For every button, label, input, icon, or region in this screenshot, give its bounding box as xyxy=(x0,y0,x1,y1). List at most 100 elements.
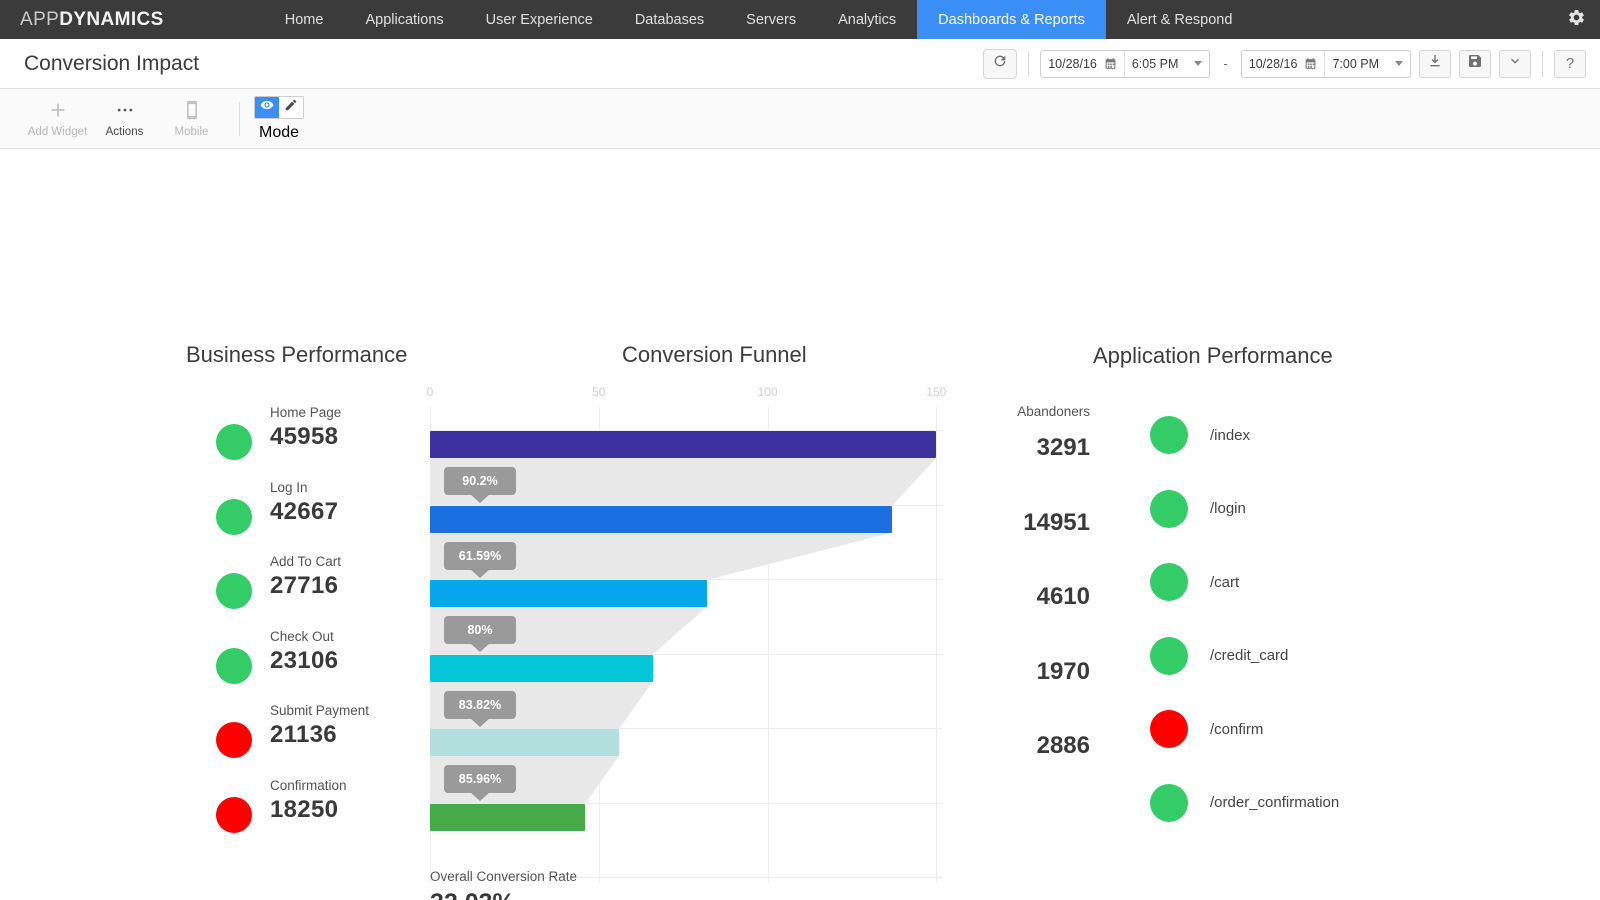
appdynamics-logo[interactable]: APP DYNAMICS xyxy=(0,0,182,39)
application-performance-name: /login xyxy=(1210,500,1246,517)
end-time-value: 7:00 PM xyxy=(1332,56,1379,71)
top-navigation-bar: APP DYNAMICS Home Applications User Exper… xyxy=(0,0,1600,39)
funnel-bar[interactable] xyxy=(430,505,893,533)
business-performance-row[interactable]: Log In 42667 xyxy=(216,479,338,554)
conversion-rate-badge: 90.2% xyxy=(444,467,516,495)
application-performance-name: /cart xyxy=(1210,573,1240,591)
application-performance-row[interactable]: /credit_card xyxy=(1150,636,1289,675)
end-time-field[interactable]: 7:00 PM xyxy=(1325,51,1410,77)
status-dot xyxy=(1150,563,1188,601)
end-date-field[interactable]: 10/28/16 xyxy=(1242,50,1326,77)
mode-toggle xyxy=(254,95,304,119)
save-button[interactable] xyxy=(1459,49,1491,78)
business-performance-value: 18250 xyxy=(270,795,339,823)
floppy-disk-icon xyxy=(1467,53,1483,74)
status-dot xyxy=(1150,710,1188,748)
application-performance-title: Application Performance xyxy=(1093,343,1333,368)
mode-view-button[interactable] xyxy=(255,96,279,118)
business-performance-name: Home Page xyxy=(270,405,342,420)
application-performance-row[interactable]: /cart xyxy=(1150,563,1239,601)
business-performance-row[interactable]: Submit Payment 21136 xyxy=(216,702,369,777)
business-performance-row[interactable]: Check Out 23106 xyxy=(216,628,338,703)
logo-text-bold: DYNAMICS xyxy=(59,8,164,30)
toolbar-divider xyxy=(1542,50,1543,77)
application-performance-row[interactable]: /order_confirmation xyxy=(1150,783,1339,822)
mode-label: Mode xyxy=(258,123,300,141)
calendar-icon xyxy=(1104,57,1117,70)
nav-item-dashboards-reports[interactable]: Dashboards & Reports xyxy=(917,0,1106,39)
status-dot xyxy=(1150,489,1188,528)
x-axis-tick-label: 150 xyxy=(926,385,947,399)
business-performance-row[interactable]: Add To Cart 27716 xyxy=(216,553,341,628)
nav-item-databases[interactable]: Databases xyxy=(614,0,725,39)
ellipsis-icon xyxy=(115,99,135,121)
business-performance-row[interactable]: Home Page 45958 xyxy=(216,404,341,479)
mode-edit-button[interactable] xyxy=(279,96,303,118)
business-performance-value: 21136 xyxy=(270,721,337,748)
more-options-button[interactable] xyxy=(1499,49,1531,78)
business-performance-value: 42667 xyxy=(270,497,339,525)
nav-item-user-experience[interactable]: User Experience xyxy=(465,0,614,39)
conversion-rate-badge: 85.96% xyxy=(444,765,516,793)
mobile-button[interactable]: Mobile xyxy=(158,99,225,138)
refresh-button[interactable] xyxy=(983,48,1018,79)
toolbar-divider xyxy=(239,101,240,136)
application-performance-name: /credit_card xyxy=(1210,647,1289,664)
add-widget-label: Add Widget xyxy=(27,126,88,138)
end-date-value: 10/28/16 xyxy=(1248,56,1298,71)
datetime-range-separator: - xyxy=(1223,56,1228,71)
abandoners-value: 14951 xyxy=(1023,508,1090,536)
plus-icon xyxy=(47,99,69,121)
nav-item-analytics[interactable]: Analytics xyxy=(817,0,917,39)
abandoners-value: 2886 xyxy=(1036,732,1090,759)
actions-button[interactable]: Actions xyxy=(91,99,158,138)
business-performance-value: 27716 xyxy=(270,572,339,599)
nav-item-servers[interactable]: Servers xyxy=(725,0,817,39)
conversion-rate-badge: 83.82% xyxy=(444,690,516,719)
add-widget-button[interactable]: Add Widget xyxy=(24,99,91,138)
status-dot xyxy=(1150,416,1188,454)
start-time-value: 6:05 PM xyxy=(1131,56,1179,71)
x-axis-tick-label: 0 xyxy=(426,385,434,399)
page-title: Conversion Impact xyxy=(24,51,200,75)
business-performance-value: 23106 xyxy=(270,646,339,674)
chevron-down-icon xyxy=(1395,61,1403,66)
funnel-bar[interactable] xyxy=(430,431,937,458)
business-performance-name: Confirmation xyxy=(270,777,347,793)
abandoners-header: Abandoners xyxy=(1017,404,1090,419)
overall-conversion-rate: Overall Conversion Rate 32.03% xyxy=(430,867,577,900)
nav-item-alert-respond[interactable]: Alert & Respond xyxy=(1106,0,1254,39)
start-time-field[interactable]: 6:05 PM xyxy=(1125,51,1210,77)
calendar-icon xyxy=(1304,57,1317,70)
funnel-bar[interactable] xyxy=(430,580,707,607)
widget-toolbar: Add Widget Actions Mobile Mode xyxy=(0,89,1600,149)
export-button[interactable] xyxy=(1419,49,1451,78)
status-dot xyxy=(216,647,252,684)
status-dot xyxy=(216,498,252,535)
conversion-funnel-title: Conversion Funnel xyxy=(622,342,807,367)
business-performance-row[interactable]: Confirmation 18250 xyxy=(216,777,347,852)
nav-item-home[interactable]: Home xyxy=(264,0,345,39)
eye-icon xyxy=(260,98,274,117)
status-dot xyxy=(1150,636,1188,675)
start-datetime-picker[interactable]: 10/28/16 6:05 PM xyxy=(1040,49,1211,78)
help-button[interactable]: ? xyxy=(1554,49,1586,78)
settings-button[interactable] xyxy=(1567,0,1586,39)
application-performance-row[interactable]: /confirm xyxy=(1150,710,1263,748)
funnel-bar[interactable] xyxy=(430,803,586,831)
nav-items: Home Applications User Experience Databa… xyxy=(264,0,1254,39)
x-axis-tick-label: 50 xyxy=(592,385,606,399)
end-datetime-picker[interactable]: 10/28/16 7:00 PM xyxy=(1240,49,1411,78)
refresh-icon xyxy=(992,53,1008,74)
nav-item-applications[interactable]: Applications xyxy=(344,0,464,39)
application-performance-row[interactable]: /index xyxy=(1150,416,1250,454)
pencil-icon xyxy=(284,98,298,117)
funnel-bar[interactable] xyxy=(430,729,619,756)
application-performance-row[interactable]: /login xyxy=(1150,489,1246,528)
business-performance-name: Log In xyxy=(270,479,308,495)
business-performance-text: Confirmation 18250 xyxy=(270,777,347,825)
start-date-field[interactable]: 10/28/16 xyxy=(1041,50,1125,77)
conversion-rate-badge: 61.59% xyxy=(444,541,516,570)
chevron-down-icon xyxy=(1507,53,1523,74)
funnel-bar[interactable] xyxy=(430,654,653,682)
